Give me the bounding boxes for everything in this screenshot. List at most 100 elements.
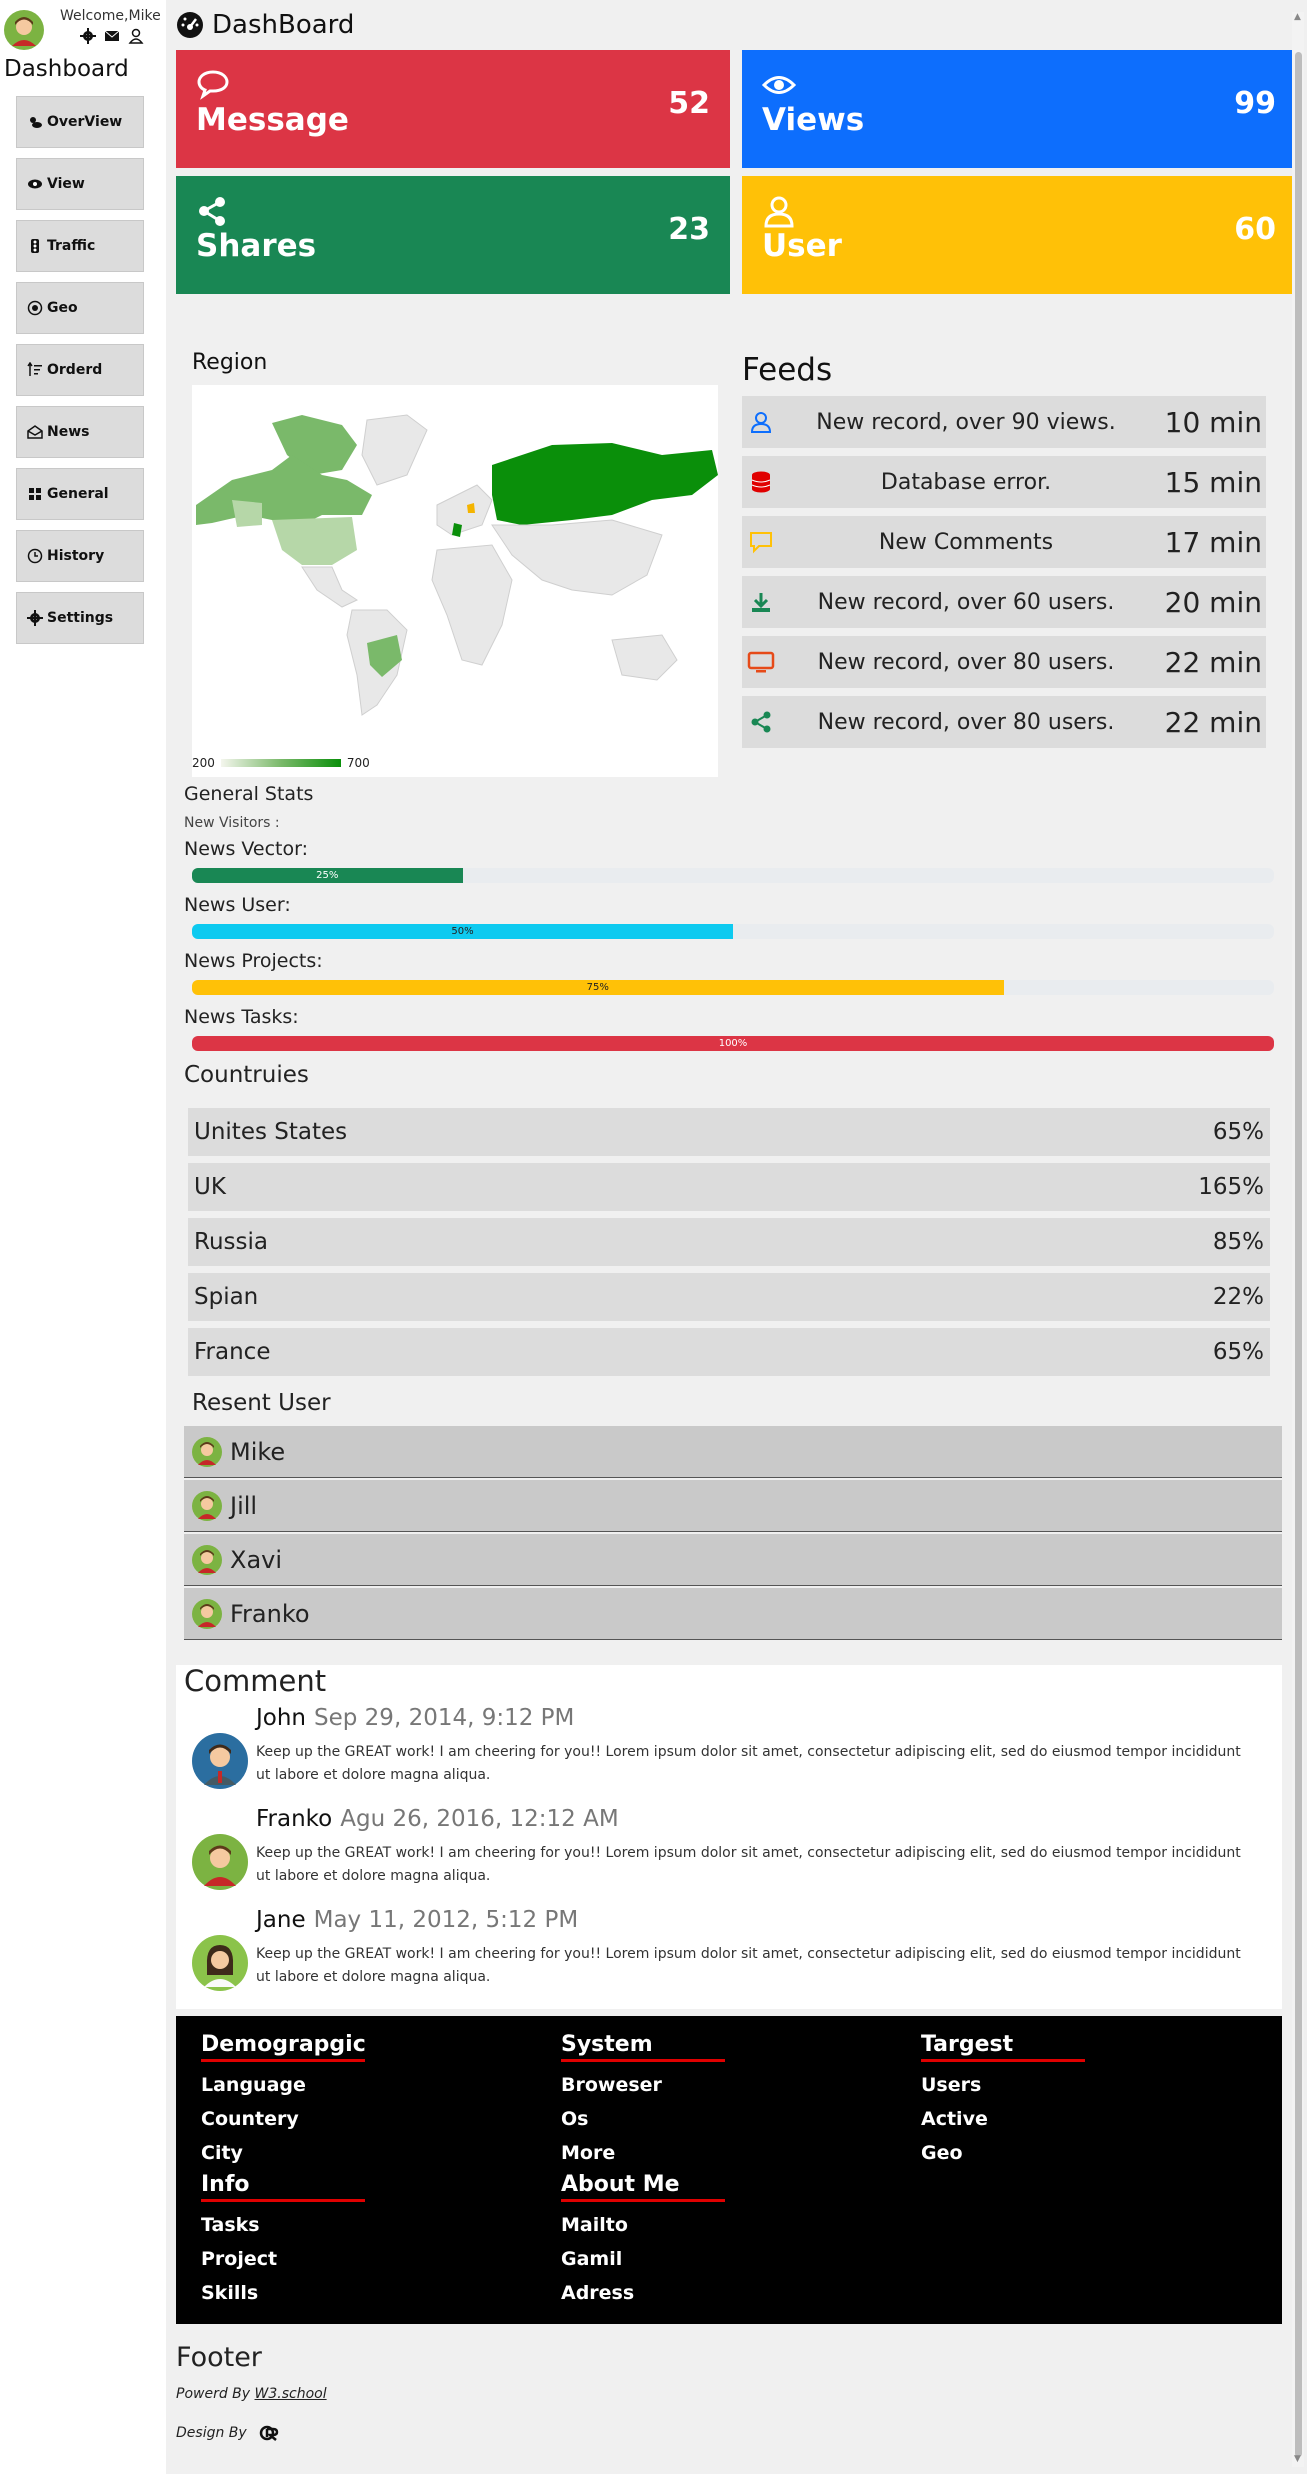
comment-author[interactable]: John	[256, 1705, 306, 1731]
footer-link[interactable]: Geo	[921, 2142, 1085, 2164]
recent-users-title: Resent User	[192, 1390, 331, 1416]
user-icon[interactable]	[128, 28, 144, 44]
avatar	[192, 1436, 222, 1467]
country-row[interactable]: Unites States 65%	[188, 1108, 1270, 1156]
feed-item[interactable]: Database error. 15 min	[742, 456, 1266, 508]
comment-header: John Sep 29, 2014, 9:12 PM	[256, 1705, 574, 1731]
history-icon	[27, 548, 43, 564]
envelope-icon[interactable]	[104, 28, 120, 44]
comment-author[interactable]: Jane	[256, 1907, 306, 1933]
footer-column-title: Demograpgic	[201, 2032, 366, 2062]
footer-link[interactable]: Active	[921, 2108, 1085, 2130]
footer-link[interactable]: Countery	[201, 2108, 365, 2130]
stat-card-message[interactable]: Message 52	[176, 50, 730, 168]
sidebar-item-history[interactable]: History	[16, 530, 144, 582]
recent-user-row[interactable]: Mike	[184, 1426, 1282, 1478]
eye-icon	[761, 76, 797, 94]
powered-by: Powerd By W3.school	[176, 2386, 327, 2402]
country-name: France	[194, 1339, 271, 1365]
footer-link[interactable]: Gamil	[561, 2248, 725, 2270]
progress-bar: 100%	[192, 1036, 1274, 1051]
design-by-label: Design By	[176, 2425, 247, 2441]
gear-icon[interactable]	[80, 28, 96, 44]
footer-column: About Me Mailto Gamil Adress	[561, 2172, 725, 2304]
recent-user-row[interactable]: Xavi	[184, 1534, 1282, 1586]
footer-links: Demograpgic Language Countery City Syste…	[176, 2016, 1282, 2324]
country-row[interactable]: UK 165%	[188, 1163, 1270, 1211]
region-map[interactable]	[192, 385, 718, 777]
designer-logo-icon[interactable]	[259, 2425, 281, 2441]
world-map	[196, 414, 718, 716]
sidebar-item-settings[interactable]: Settings	[16, 592, 144, 644]
sidebar-item-label: Settings	[47, 610, 114, 626]
stat-card-shares[interactable]: Shares 23	[176, 176, 730, 294]
sidebar-item-geo[interactable]: Geo	[16, 282, 144, 334]
comment-author[interactable]: Franko	[256, 1806, 332, 1832]
stat-card-label: Views	[762, 102, 865, 138]
footer-column: System Broweser Os More	[561, 2032, 725, 2164]
footer-link[interactable]: Project	[201, 2248, 365, 2270]
footer-title: Footer	[176, 2342, 262, 2373]
sidebar-item-general[interactable]: General	[16, 468, 144, 520]
scroll-up-icon[interactable]: ▲	[1294, 12, 1301, 22]
envelope-open-icon	[27, 424, 43, 440]
progress-bar: 75%	[192, 980, 1274, 995]
comment-header: Franko Agu 26, 2016, 12:12 AM	[256, 1806, 619, 1832]
sidebar-item-label: OverView	[47, 114, 123, 130]
welcome-text: Welcome,Mike	[60, 8, 161, 24]
sidebar-item-view[interactable]: View	[16, 158, 144, 210]
recent-user-name: Jill	[230, 1491, 258, 1520]
user-icon	[746, 407, 776, 437]
feed-time: 22 min	[1164, 705, 1262, 739]
feed-item[interactable]: New record, over 60 users. 20 min	[742, 576, 1266, 628]
footer-link[interactable]: Mailto	[561, 2214, 725, 2236]
scrollbar-thumb[interactable]	[1295, 52, 1302, 2457]
country-value: 65%	[1212, 1119, 1264, 1145]
page-title: DashBoard	[176, 10, 354, 40]
avatar	[192, 1935, 248, 1991]
progress-label: News Tasks:	[184, 1006, 299, 1028]
progress-label: News Projects:	[184, 950, 323, 972]
sidebar-item-traffic[interactable]: Traffic	[16, 220, 144, 272]
footer-link[interactable]: Adress	[561, 2282, 725, 2304]
feed-item[interactable]: New Comments 17 min	[742, 516, 1266, 568]
stat-card-user[interactable]: User 60	[742, 176, 1296, 294]
scrollbar[interactable]: ▲ ▼	[1292, 12, 1304, 2467]
footer-link[interactable]: Broweser	[561, 2074, 725, 2096]
feed-text: New Comments	[878, 529, 1054, 555]
powered-by-link[interactable]: W3.school	[255, 2386, 327, 2402]
chat-icon	[197, 70, 229, 100]
sidebar: Welcome,Mike Dashboard OverView View Tra…	[0, 0, 166, 2474]
sidebar-item-overview[interactable]: OverView	[16, 96, 144, 148]
scroll-down-icon[interactable]: ▼	[1294, 2454, 1301, 2464]
feed-item[interactable]: New record, over 90 views. 10 min	[742, 396, 1266, 448]
footer-link[interactable]: Language	[201, 2074, 365, 2096]
progress-fill: 75%	[192, 980, 1004, 995]
sidebar-item-news[interactable]: News	[16, 406, 144, 458]
progress-fill: 25%	[192, 868, 463, 883]
footer-link[interactable]: Users	[921, 2074, 1085, 2096]
recent-user-row[interactable]: Franko	[184, 1588, 1282, 1640]
sidebar-item-orderd[interactable]: Orderd	[16, 344, 144, 396]
stat-card-views[interactable]: Views 99	[742, 50, 1296, 168]
country-row[interactable]: Russia 85%	[188, 1218, 1270, 1266]
footer-link[interactable]: City	[201, 2142, 365, 2164]
progress-label: News Vector:	[184, 838, 308, 860]
feed-time: 17 min	[1164, 525, 1262, 559]
sidebar-item-label: History	[47, 548, 105, 564]
map-legend: 200 700	[192, 756, 370, 770]
feed-item[interactable]: New record, over 80 users. 22 min	[742, 696, 1266, 748]
feed-item[interactable]: New record, over 80 users. 22 min	[742, 636, 1266, 688]
recent-user-name: Franko	[230, 1599, 310, 1628]
footer-link[interactable]: Skills	[201, 2282, 365, 2304]
country-name: UK	[194, 1174, 226, 1200]
country-name: Russia	[194, 1229, 268, 1255]
footer-link[interactable]: More	[561, 2142, 725, 2164]
avatar[interactable]	[4, 10, 44, 50]
footer-link[interactable]: Os	[561, 2108, 725, 2130]
country-row[interactable]: Spian 22%	[188, 1273, 1270, 1321]
country-row[interactable]: France 65%	[188, 1328, 1270, 1376]
footer-link[interactable]: Tasks	[201, 2214, 365, 2236]
footer-column-title: Targest	[921, 2032, 1085, 2062]
recent-user-row[interactable]: Jill	[184, 1480, 1282, 1532]
